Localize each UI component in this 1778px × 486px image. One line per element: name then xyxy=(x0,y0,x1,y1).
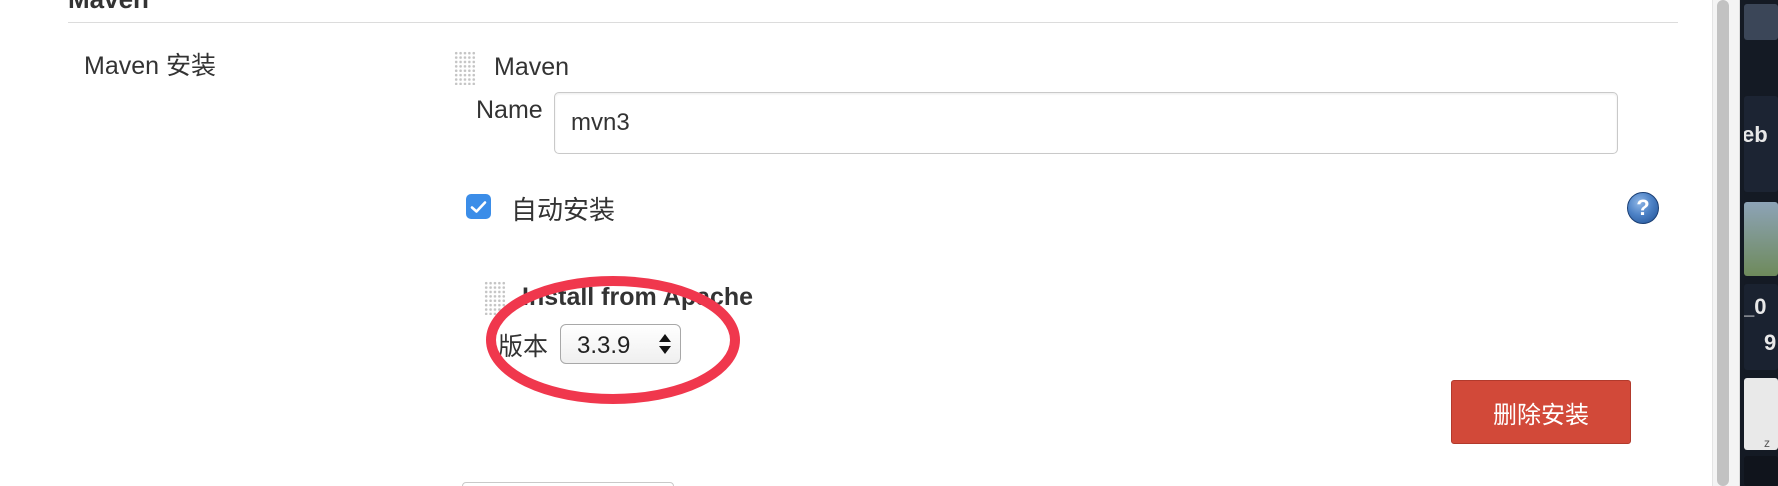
drag-handle-icon[interactable] xyxy=(454,51,476,85)
main-content: Maven Maven 安装 Maven Name 自动安装 ? Install… xyxy=(0,0,1712,486)
section-divider xyxy=(68,22,1678,23)
name-field-label: Name xyxy=(476,96,543,124)
thumbnail-text: eb xyxy=(1744,122,1768,147)
installer-title: Install from Apache xyxy=(522,283,754,311)
background-window-strip: eb _0 9 z xyxy=(1740,0,1778,486)
scrollbar-thumb[interactable] xyxy=(1717,0,1729,486)
help-icon[interactable]: ? xyxy=(1627,192,1659,224)
checkmark-icon xyxy=(470,200,487,213)
window-thumbnail xyxy=(1744,456,1778,486)
window-thumbnail: eb xyxy=(1744,96,1778,192)
version-label: 版本 xyxy=(498,333,549,361)
window-thumbnail xyxy=(1744,4,1778,40)
name-input[interactable] xyxy=(554,92,1618,154)
window-thumbnail: z xyxy=(1744,378,1778,450)
auto-install-label: 自动安装 xyxy=(511,195,616,225)
window-thumbnail: _0 9 xyxy=(1744,284,1778,370)
version-select[interactable]: 3.3.9 xyxy=(560,324,681,364)
delete-install-button[interactable]: 删除安装 xyxy=(1451,380,1631,444)
thumbnail-text: _0 xyxy=(1744,294,1767,319)
auto-install-checkbox[interactable] xyxy=(466,194,491,219)
add-installer-button[interactable] xyxy=(462,482,674,486)
vertical-scrollbar[interactable] xyxy=(1712,0,1740,486)
select-arrows-icon xyxy=(659,334,671,354)
maven-install-label: Maven 安装 xyxy=(84,52,216,80)
thumbnail-text: z xyxy=(1764,436,1770,450)
window-thumbnail xyxy=(1744,202,1778,276)
section-title: Maven xyxy=(68,0,149,15)
installer-heading: Maven xyxy=(494,53,570,81)
version-select-value: 3.3.9 xyxy=(577,332,631,359)
thumbnail-text: 9 xyxy=(1764,330,1777,355)
drag-handle-icon[interactable] xyxy=(484,281,506,315)
